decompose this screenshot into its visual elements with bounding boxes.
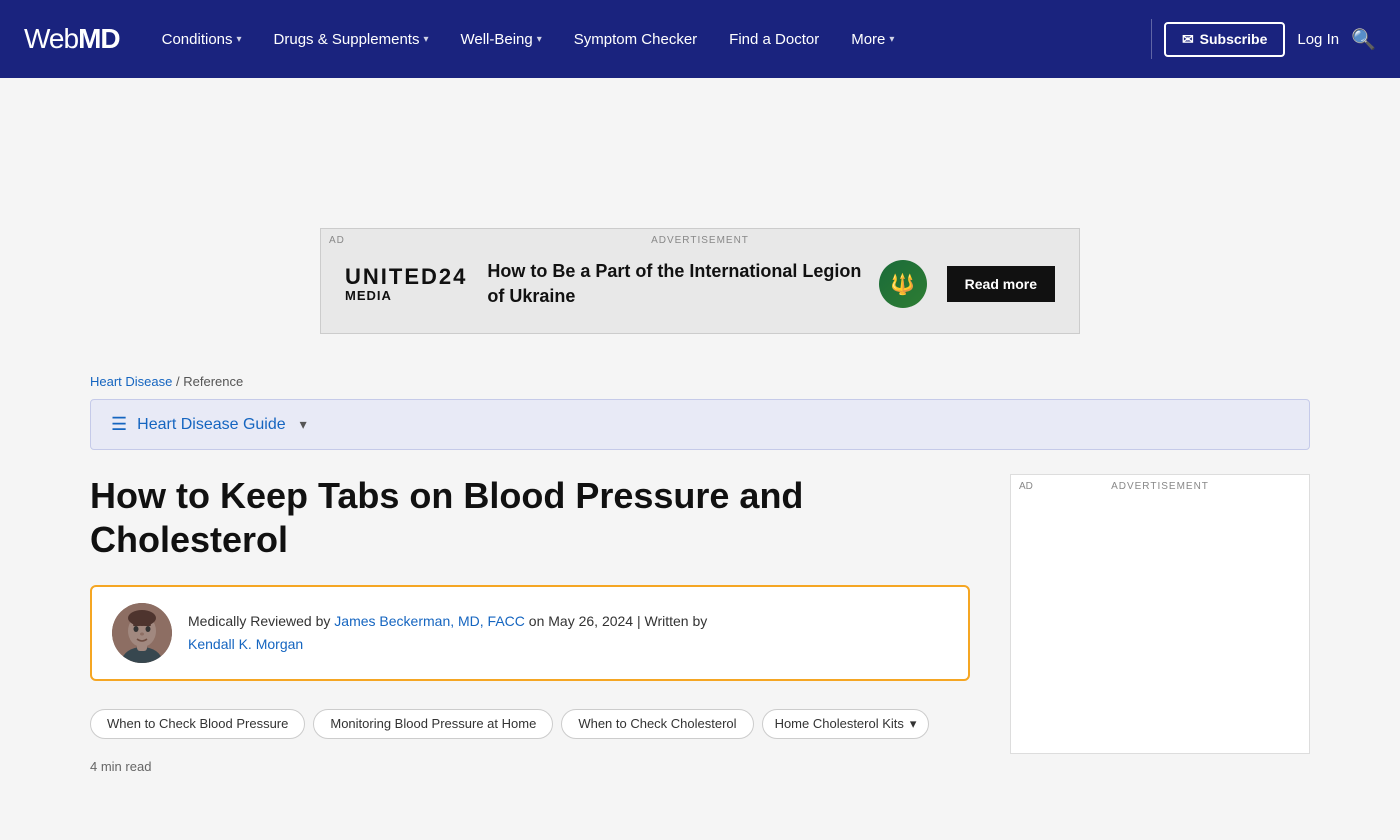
ad-logo-block: UNITED24 MEDIA xyxy=(345,266,467,303)
topic-pill-1[interactable]: Monitoring Blood Pressure at Home xyxy=(313,709,553,739)
author-name-line: Kendall K. Morgan xyxy=(188,633,707,655)
topic-pills: When to Check Blood Pressure Monitoring … xyxy=(90,709,970,739)
nav-symptom-checker[interactable]: Symptom Checker xyxy=(560,23,711,56)
nav-more[interactable]: More ▾ xyxy=(837,23,908,56)
ad-logo-text: UNITED24 xyxy=(345,266,467,288)
chevron-down-icon: ▾ xyxy=(889,34,894,45)
main-nav: WebMD Conditions ▾ Drugs & Supplements ▾… xyxy=(0,0,1400,78)
topic-pill-0[interactable]: When to Check Blood Pressure xyxy=(90,709,305,739)
trident-icon: 🔱 xyxy=(890,272,915,297)
top-ad-space xyxy=(0,78,1400,228)
author-avatar xyxy=(112,603,172,663)
author-link[interactable]: Kendall K. Morgan xyxy=(188,636,303,652)
author-box: Medically Reviewed by James Beckerman, M… xyxy=(90,585,970,681)
nav-well-being[interactable]: Well-Being ▾ xyxy=(446,23,555,56)
medically-reviewed-label: Medically Reviewed by xyxy=(188,613,334,629)
nav-links: Conditions ▾ Drugs & Supplements ▾ Well-… xyxy=(148,23,1139,56)
topic-pill-3[interactable]: Home Cholesterol Kits ▾ xyxy=(762,709,930,739)
breadcrumb-heart-disease[interactable]: Heart Disease xyxy=(90,374,172,389)
read-more-button[interactable]: Read more xyxy=(947,266,1055,302)
breadcrumb: Heart Disease / Reference xyxy=(90,354,1310,399)
sidebar-ad-tag: AD xyxy=(1019,481,1033,492)
ad-main-text: How to Be a Part of the International Le… xyxy=(487,259,862,309)
ad-text-block: How to Be a Part of the International Le… xyxy=(487,259,926,309)
nav-conditions[interactable]: Conditions ▾ xyxy=(148,23,256,56)
content-area: Heart Disease / Reference ☰ Heart Diseas… xyxy=(30,354,1370,773)
chevron-down-icon: ▾ xyxy=(237,34,242,45)
guide-bar-icon: ☰ xyxy=(111,414,127,435)
guide-bar-label: Heart Disease Guide xyxy=(137,416,286,434)
article-main: How to Keep Tabs on Blood Pressure and C… xyxy=(90,474,970,773)
subscribe-button[interactable]: ✉ Subscribe xyxy=(1164,22,1285,57)
breadcrumb-reference: Reference xyxy=(183,374,243,389)
ad-icon-circle: 🔱 xyxy=(879,260,927,308)
author-info: Medically Reviewed by James Beckerman, M… xyxy=(188,610,707,655)
advertisement-label: ADVERTISEMENT xyxy=(321,235,1079,246)
logo-md: MD xyxy=(78,23,120,54)
logo-web: Web xyxy=(24,23,78,54)
author-reviewed-line: Medically Reviewed by James Beckerman, M… xyxy=(188,610,707,632)
review-date: on May 26, 2024 xyxy=(525,613,633,629)
topic-pill-more-chevron-icon: ▾ xyxy=(910,716,917,732)
article-sidebar: ADVERTISEMENT AD xyxy=(1010,474,1310,773)
avatar-image xyxy=(112,603,172,663)
article-layout: How to Keep Tabs on Blood Pressure and C… xyxy=(90,474,1310,773)
page-wrapper: AD ADVERTISEMENT UNITED24 MEDIA How to B… xyxy=(0,78,1400,840)
guide-bar[interactable]: ☰ Heart Disease Guide ▾ xyxy=(90,399,1310,450)
nav-find-doctor[interactable]: Find a Doctor xyxy=(715,23,833,56)
guide-bar-chevron-icon: ▾ xyxy=(300,416,307,433)
nav-drugs-supplements[interactable]: Drugs & Supplements ▾ xyxy=(260,23,443,56)
sidebar-advertisement-label: ADVERTISEMENT xyxy=(1011,481,1309,492)
sidebar-ad: ADVERTISEMENT AD xyxy=(1010,474,1310,754)
search-icon[interactable]: 🔍 xyxy=(1351,27,1376,52)
topic-pill-3-label: Home Cholesterol Kits xyxy=(775,716,904,731)
ad-banner-wrap: AD ADVERTISEMENT UNITED24 MEDIA How to B… xyxy=(320,228,1080,334)
nav-divider xyxy=(1151,19,1152,59)
site-logo[interactable]: WebMD xyxy=(24,23,120,55)
chevron-down-icon: ▾ xyxy=(537,34,542,45)
reviewer-link[interactable]: James Beckerman, MD, FACC xyxy=(334,613,525,629)
chevron-down-icon: ▾ xyxy=(423,34,428,45)
topic-pill-2[interactable]: When to Check Cholesterol xyxy=(561,709,753,739)
written-by-label: | Written by xyxy=(633,613,707,629)
read-time: 4 min read xyxy=(90,759,970,774)
article-title: How to Keep Tabs on Blood Pressure and C… xyxy=(90,474,970,560)
login-button[interactable]: Log In xyxy=(1297,31,1339,48)
ad-banner: AD ADVERTISEMENT UNITED24 MEDIA How to B… xyxy=(320,228,1080,334)
ad-logo-sub: MEDIA xyxy=(345,288,392,303)
nav-right: ✉ Subscribe Log In 🔍 xyxy=(1164,22,1376,57)
envelope-icon: ✉ xyxy=(1182,31,1194,48)
